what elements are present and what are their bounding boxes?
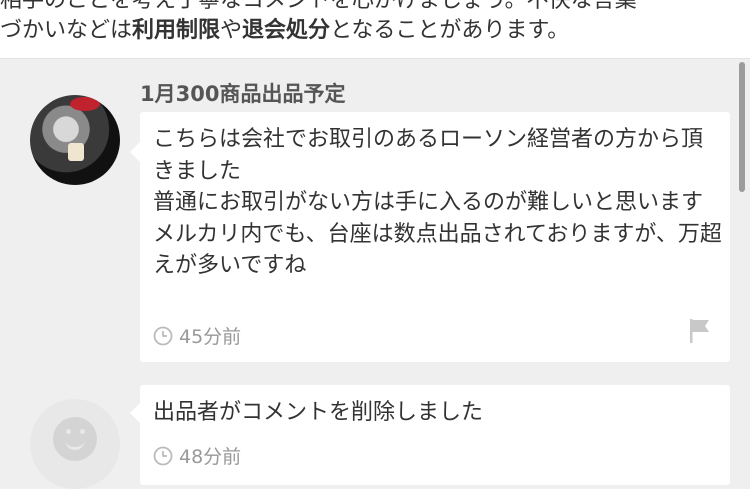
clock-icon [153, 446, 173, 466]
guideline-text: や [220, 18, 243, 43]
comment-timestamp: 45分前 [153, 322, 241, 349]
usage-restriction-label: 利用制限 [132, 18, 221, 43]
comment-guideline-notice: 相手のことを考え丁寧なコメントを心がけましょう。不快な言葉 づかいなどは利用制限… [0, 0, 750, 59]
comment-text: こちらは会社でお取引のあるローソン経営者の方から頂きました 普通にお取引がない方… [153, 127, 722, 278]
deleted-comment-text: 出品者がコメントを削除しました [153, 400, 484, 425]
comment-time: 48分前 [179, 446, 242, 468]
comment-time: 45分前 [179, 326, 242, 348]
default-avatar-icon[interactable] [30, 399, 120, 489]
account-termination-label: 退会処分 [242, 18, 331, 43]
guideline-text: となることがあります。 [330, 18, 570, 43]
comment-timestamp: 48分前 [153, 442, 241, 469]
clock-icon [153, 326, 173, 346]
flag-icon[interactable] [688, 318, 712, 344]
guideline-text-line-2: づかいなどは利用制限や退会処分となることがあります。 [0, 12, 569, 44]
comment-bubble: こちらは会社でお取引のあるローソン経営者の方から頂きました 普通にお取引がない方… [130, 112, 730, 362]
avatar[interactable] [30, 95, 120, 185]
seller-name[interactable]: 1月300商品出品予定 [140, 78, 345, 108]
scrollbar[interactable] [739, 62, 745, 192]
guideline-text: づかいなどは [0, 18, 133, 43]
comment-bubble: 出品者がコメントを削除しました 48分前 [130, 385, 730, 485]
